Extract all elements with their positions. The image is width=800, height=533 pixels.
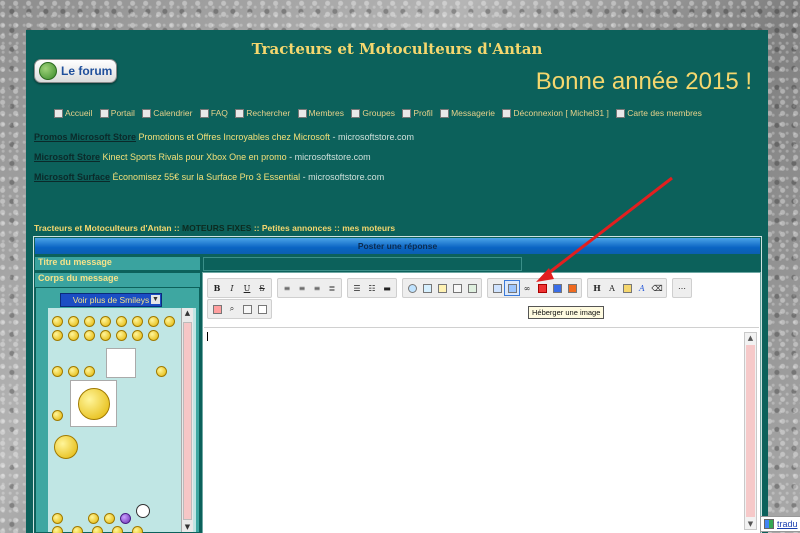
- annotation-arrow-line: [545, 176, 673, 277]
- translate-widget[interactable]: tradu: [760, 516, 800, 532]
- translate-label: tradu: [777, 519, 798, 529]
- annotation-arrow: [536, 176, 673, 282]
- translate-icon: [764, 519, 774, 529]
